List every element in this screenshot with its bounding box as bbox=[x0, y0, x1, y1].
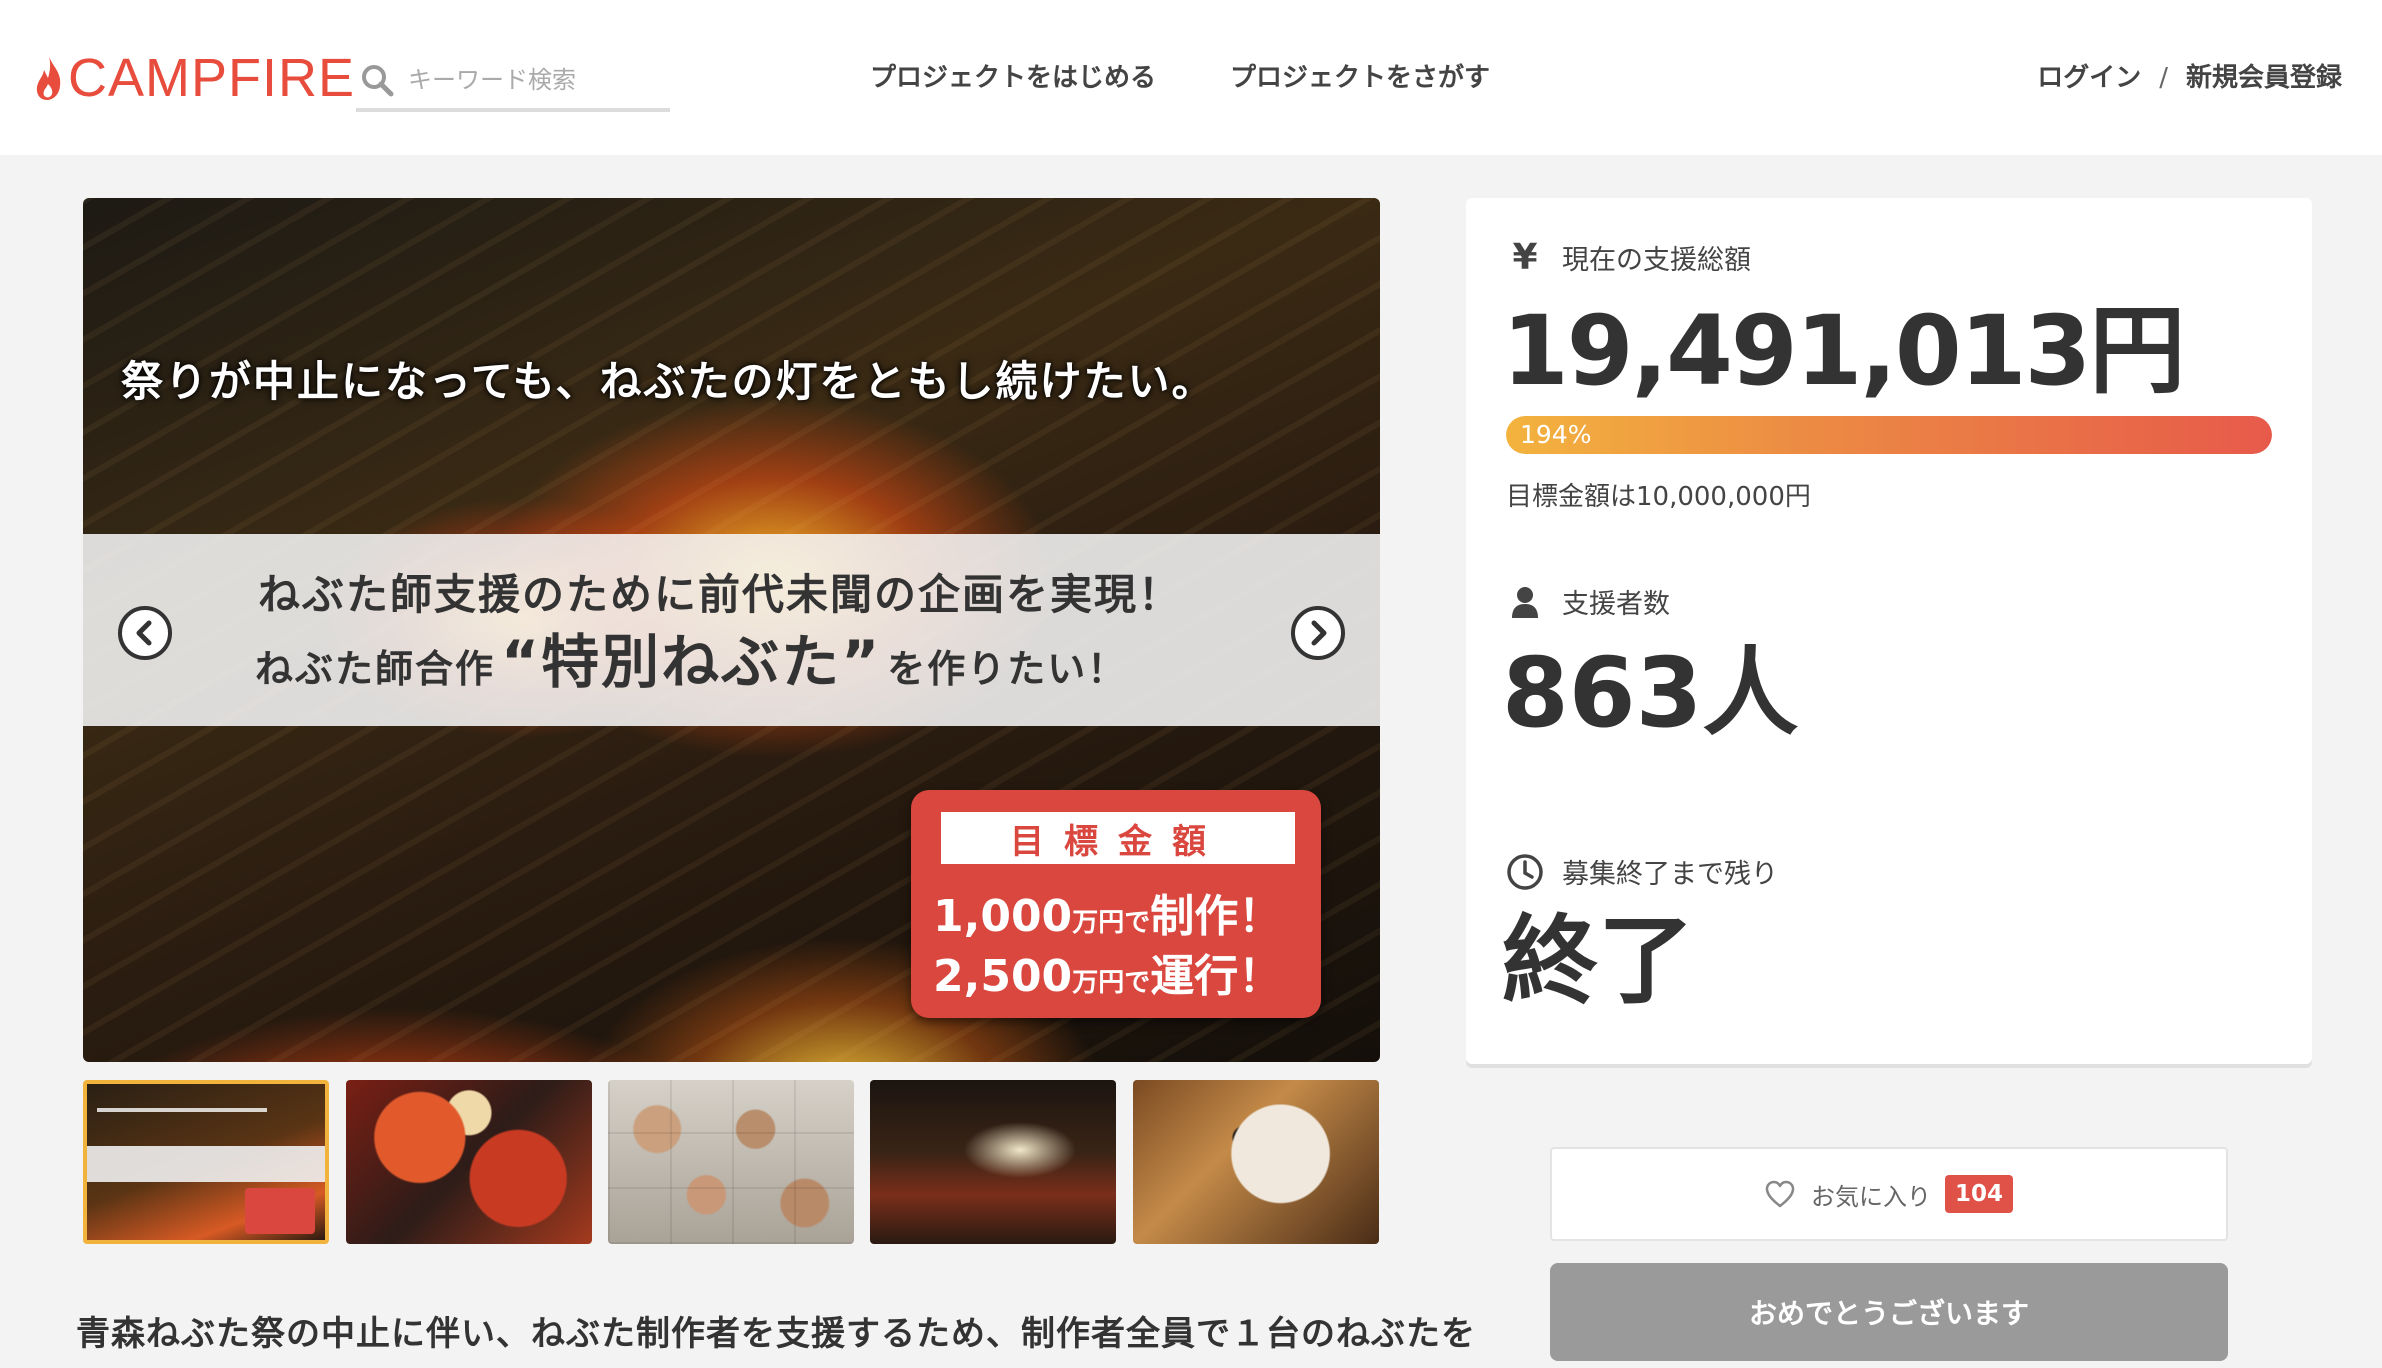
banner-line-2-post: を作りたい！ bbox=[887, 647, 1128, 691]
backers-label: 支援者数 bbox=[1562, 589, 1670, 620]
goal-line-2-action: 運行！ bbox=[1150, 951, 1283, 1002]
banner-line-2-pre: ねぶた師合作 bbox=[255, 647, 496, 691]
backers-label-row: 支援者数 bbox=[1506, 582, 1670, 621]
hero-headline: 祭りが中止になっても、ねぶたの灯をともし続けたい。 bbox=[121, 357, 1216, 406]
auth-links: ログイン / 新規会員登録 bbox=[2037, 58, 2342, 98]
backers-count: 863人 bbox=[1502, 637, 1799, 749]
slider-next-button[interactable] bbox=[1291, 606, 1345, 660]
banner-line-2: ねぶた師合作 “特別ねぶた” を作りたい！ bbox=[255, 631, 1127, 693]
goal-line-2-number: 2,500 bbox=[933, 951, 1073, 1002]
favorite-button[interactable]: お気に入り 104 bbox=[1550, 1147, 2228, 1241]
hero-banner: ねぶた師支援のために前代未聞の企画を実現！ ねぶた師合作 “特別ねぶた” を作り… bbox=[83, 534, 1380, 726]
logo-text: CAMPFIRE bbox=[68, 48, 356, 108]
auth-separator: / bbox=[2159, 63, 2168, 93]
goal-badge-title: 目標金額 bbox=[1010, 821, 1226, 862]
thumbnail-1-band bbox=[87, 1146, 325, 1182]
progress-fill bbox=[1506, 416, 2272, 454]
clock-icon bbox=[1506, 853, 1544, 891]
amount-raised: 19,491,013円 bbox=[1502, 295, 2185, 407]
remaining-label: 募集終了まで残り bbox=[1562, 859, 1778, 890]
goal-badge-line-1: 1,000万円で制作！ bbox=[933, 880, 1282, 944]
goal-badge-title-box: 目標金額 bbox=[941, 812, 1295, 864]
chevron-right-icon bbox=[1311, 620, 1327, 646]
project-main-image: 祭りが中止になっても、ねぶたの灯をともし続けたい。 ねぶた師支援のために前代未聞… bbox=[83, 198, 1380, 1062]
funding-progress-bar: 194% bbox=[1506, 416, 2272, 454]
banner-line-1: ねぶた師支援のために前代未聞の企画を実現！ bbox=[258, 570, 1183, 619]
person-icon bbox=[1506, 583, 1544, 621]
amount-label-row: ¥ 現在の支援総額 bbox=[1506, 238, 1751, 277]
register-link[interactable]: 新規会員登録 bbox=[2186, 58, 2342, 98]
thumbnail-1-goal bbox=[245, 1188, 315, 1234]
banner-line-2-emphasis: “特別ねぶた” bbox=[501, 628, 882, 696]
remaining-status: 終了 bbox=[1502, 905, 1694, 1017]
thumbnail-4[interactable] bbox=[870, 1080, 1116, 1244]
project-description: 青森ねぶた祭の中止に伴い、ねぶた制作者を支援するため、制作者全員で１台のねぶたを bbox=[76, 1314, 1476, 1354]
favorite-count-badge: 104 bbox=[1944, 1175, 2013, 1213]
nav-start-project[interactable]: プロジェクトをはじめる bbox=[870, 58, 1156, 98]
goal-line-1-number: 1,000 bbox=[933, 891, 1073, 942]
slider-prev-button[interactable] bbox=[118, 606, 172, 660]
goal-line-1-action: 制作！ bbox=[1150, 891, 1283, 942]
yen-icon: ¥ bbox=[1512, 236, 1538, 278]
flame-icon bbox=[36, 56, 61, 100]
goal-amount-text: 目標金額は10,000,000円 bbox=[1506, 482, 1811, 512]
funding-stats-card: ¥ 現在の支援総額 19,491,013円 194% 目標金額は10,000,0… bbox=[1466, 198, 2312, 1064]
login-link[interactable]: ログイン bbox=[2037, 58, 2141, 98]
thumbnail-1[interactable] bbox=[83, 1080, 329, 1244]
progress-percent: 194% bbox=[1520, 420, 1592, 449]
thumbnail-1-text bbox=[97, 1108, 267, 1112]
thumbnail-3[interactable] bbox=[608, 1080, 854, 1244]
thumbnail-5[interactable] bbox=[1133, 1080, 1379, 1244]
heart-icon bbox=[1765, 1180, 1795, 1208]
campfire-logo[interactable]: CAMPFIRE bbox=[34, 48, 355, 108]
thumbnail-2[interactable] bbox=[346, 1080, 592, 1244]
amount-label: 現在の支援総額 bbox=[1562, 245, 1751, 276]
goal-line-2-unit: 万円で bbox=[1072, 968, 1151, 998]
goal-badge-line-2: 2,500万円で運行！ bbox=[933, 940, 1282, 1004]
site-header: CAMPFIRE プロジェクトをはじめる プロジェクトをさがす ログイン / 新… bbox=[0, 0, 2382, 155]
goal-line-1-unit: 万円で bbox=[1072, 908, 1151, 938]
search-box bbox=[356, 52, 670, 112]
nav-find-project[interactable]: プロジェクトをさがす bbox=[1230, 58, 1490, 98]
search-icon[interactable] bbox=[360, 63, 394, 97]
remaining-label-row: 募集終了まで残り bbox=[1506, 852, 1778, 891]
search-input[interactable] bbox=[408, 66, 648, 94]
congratulations-button[interactable]: おめでとうございます bbox=[1550, 1263, 2228, 1361]
goal-badge: 目標金額 1,000万円で制作！ 2,500万円で運行！ bbox=[911, 790, 1321, 1018]
chevron-left-icon bbox=[136, 620, 152, 646]
favorite-label: お気に入り bbox=[1810, 1182, 1931, 1211]
